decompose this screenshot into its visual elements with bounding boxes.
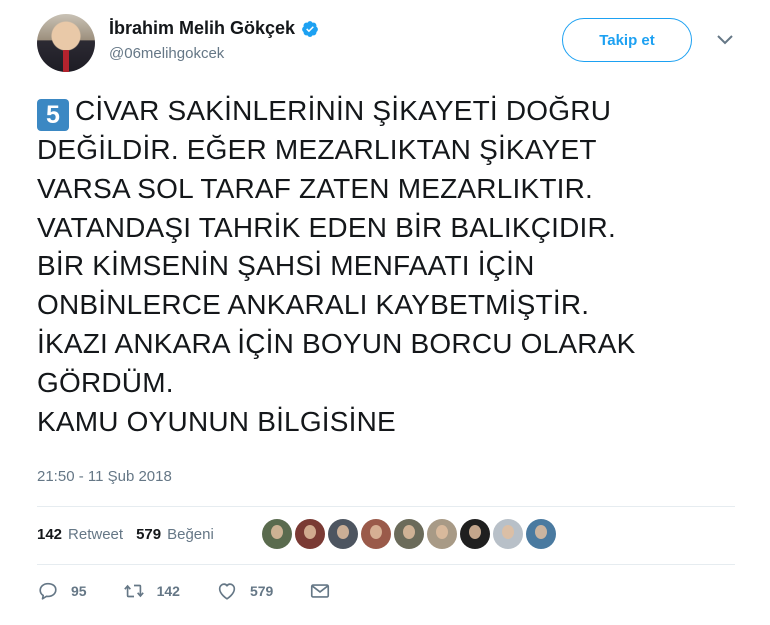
like-stat-label: Beğeni xyxy=(167,526,214,543)
reply-count: 95 xyxy=(71,583,87,599)
chevron-down-icon[interactable] xyxy=(716,34,734,46)
like-action[interactable]: 579 xyxy=(216,580,273,602)
tweet-actions: 95 142 579 xyxy=(37,580,367,602)
divider-top xyxy=(37,506,735,507)
liker-avatar[interactable] xyxy=(394,519,424,549)
verified-badge-icon xyxy=(302,20,318,37)
retweet-icon xyxy=(123,584,144,598)
retweet-stat-label: Retweet xyxy=(68,526,124,543)
liker-avatar[interactable] xyxy=(262,519,292,549)
direct-message-action[interactable] xyxy=(309,580,331,602)
envelope-icon xyxy=(311,584,330,598)
divider-bottom xyxy=(37,564,735,565)
keycap-digit-emoji: 5 xyxy=(37,99,69,131)
follow-button[interactable]: Takip et xyxy=(562,18,692,62)
user-name[interactable]: İbrahim Melih Gökçek xyxy=(109,18,295,39)
heart-icon xyxy=(218,583,236,600)
reply-action[interactable]: 95 xyxy=(37,580,87,602)
tweet-timestamp[interactable]: 21:50 - 11 Şub 2018 xyxy=(37,468,172,485)
user-handle[interactable]: @06melihgokcek xyxy=(109,45,224,62)
liker-avatar[interactable] xyxy=(526,519,556,549)
retweet-count: 142 xyxy=(156,583,180,599)
avatar[interactable] xyxy=(37,14,95,72)
liker-avatar[interactable] xyxy=(493,519,523,549)
liker-avatar[interactable] xyxy=(328,519,358,549)
avatar-tie-detail xyxy=(63,50,69,72)
user-name-row: İbrahim Melih Gökçek xyxy=(109,18,319,39)
like-stat-count: 579 xyxy=(136,526,162,543)
liker-avatar[interactable] xyxy=(295,519,325,549)
retweet-action[interactable]: 142 xyxy=(123,580,180,602)
engagement-stats: 142 Retweet 579 Beğeni xyxy=(37,526,227,543)
like-stat[interactable]: 579 Beğeni xyxy=(136,526,214,543)
liker-avatar[interactable] xyxy=(361,519,391,549)
retweet-stat-count: 142 xyxy=(37,526,63,543)
reply-icon xyxy=(39,582,57,600)
retweet-stat[interactable]: 142 Retweet xyxy=(37,526,123,543)
liker-avatars xyxy=(262,519,556,549)
liker-avatar[interactable] xyxy=(427,519,457,549)
tweet-body: CİVAR SAKİNLERİNİN ŞİKAYETİ DOĞRU DEĞİLD… xyxy=(37,95,636,437)
tweet-text: 5 CİVAR SAKİNLERİNİN ŞİKAYETİ DOĞRU DEĞİL… xyxy=(37,92,737,441)
like-count: 579 xyxy=(249,583,274,599)
liker-avatar[interactable] xyxy=(460,519,490,549)
